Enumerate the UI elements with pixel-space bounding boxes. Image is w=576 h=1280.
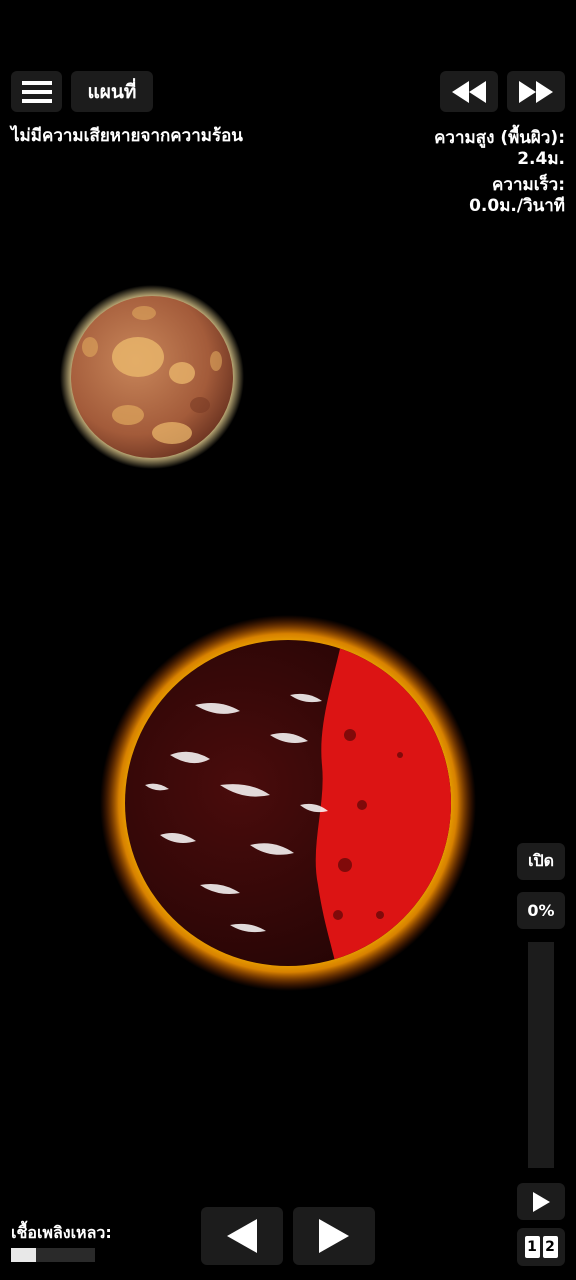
fuel-gauge-fill (11, 1248, 37, 1262)
speed-label: ความเร็ว: (492, 175, 565, 195)
triangle-right-icon (319, 1219, 349, 1253)
rewind-button[interactable] (440, 71, 498, 112)
fast-forward-icon (519, 80, 553, 103)
throttle-slider[interactable] (528, 942, 554, 1168)
speed-value: 0.0ม./วินาที (469, 196, 565, 216)
play-icon (533, 1191, 550, 1212)
fast-forward-button[interactable] (507, 71, 565, 112)
fuel-label: เชื้อเพลิงเหลว: (11, 1223, 112, 1242)
throttle-open-button[interactable]: เปิด (517, 843, 565, 880)
camera-1-label: 1 (524, 1236, 540, 1258)
triangle-left-icon (227, 1219, 257, 1253)
altitude-value: 2.4ม. (517, 149, 565, 169)
large-red-planet (100, 615, 476, 991)
rotate-left-button[interactable] (201, 1207, 283, 1265)
camera-2-label: 2 (542, 1236, 558, 1258)
rotate-right-button[interactable] (293, 1207, 375, 1265)
menu-button[interactable] (11, 71, 62, 112)
throttle-percent-display: 0% (517, 892, 565, 929)
hamburger-icon (21, 80, 52, 103)
play-button[interactable] (517, 1183, 565, 1220)
camera-switch-button[interactable]: 1 2 (517, 1228, 565, 1266)
rewind-icon (452, 80, 486, 103)
small-planet (60, 285, 244, 469)
map-button[interactable]: แผนที่ (71, 71, 153, 112)
fuel-gauge (11, 1248, 95, 1262)
heat-damage-status: ไม่มีความเสียหายจากความร้อน (11, 126, 243, 146)
altitude-label: ความสูง (พื้นผิว): (434, 128, 565, 148)
